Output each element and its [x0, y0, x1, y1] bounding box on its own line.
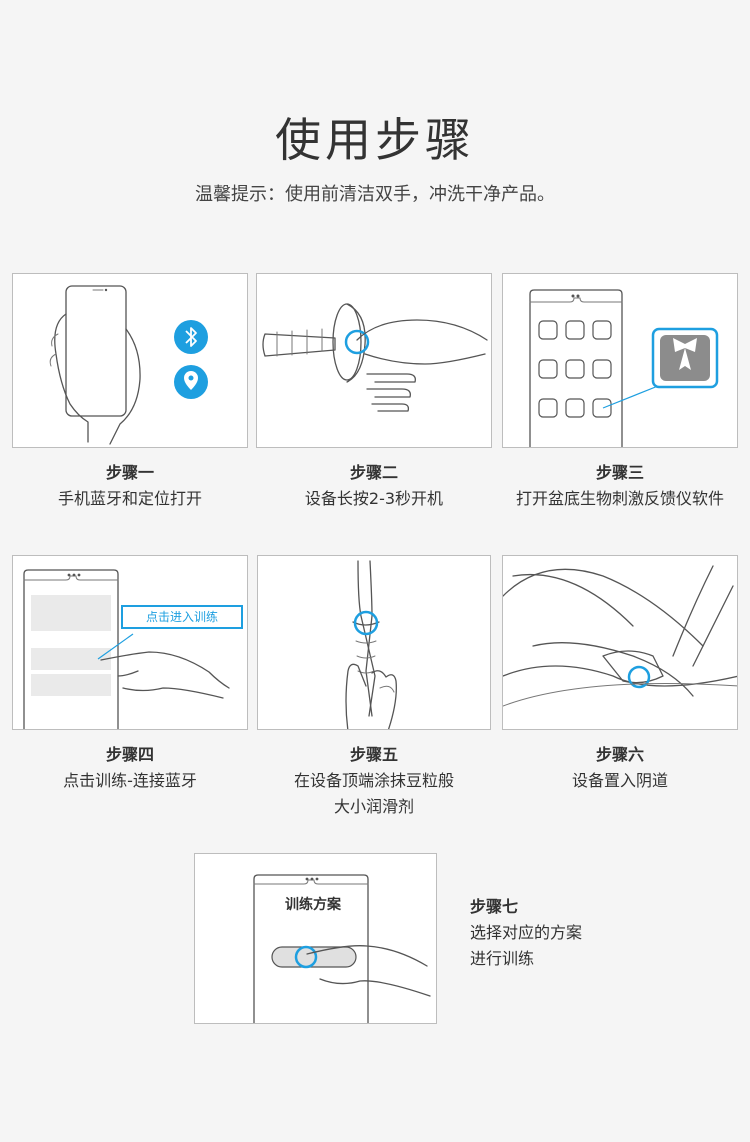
- step-3-heading: 步骤三: [595, 463, 644, 482]
- page-title: 使用步骤: [275, 113, 475, 167]
- step-7-illustration: 训练方案: [194, 853, 437, 1024]
- step-7-heading: 步骤七: [470, 897, 519, 916]
- step-6-illustration: [502, 555, 738, 730]
- step-1-heading: 步骤一: [105, 463, 154, 482]
- step-7-text-line-1: 选择对应的方案: [470, 923, 583, 942]
- step-3-text: 打开盆底生物刺激反馈仪软件: [515, 489, 724, 508]
- step-1-caption: 步骤一 手机蓝牙和定位打开: [12, 460, 248, 512]
- step-2-text: 设备长按2-3秒开机: [304, 489, 444, 508]
- step-4-illustration: 点击进入训练: [12, 555, 248, 730]
- step-5-text-line-2: 大小润滑剂: [333, 797, 414, 816]
- step-3-illustration: [502, 273, 738, 448]
- bluetooth-icon: [174, 320, 208, 354]
- step-7-text-line-2: 进行训练: [470, 949, 535, 968]
- step-6-text: 设备置入阴道: [571, 771, 668, 790]
- step-5-text-line-1: 在设备顶端涂抹豆粒般: [293, 771, 454, 790]
- train-callout: 点击进入训练: [121, 605, 243, 629]
- step-3-caption: 步骤三 打开盆底生物刺激反馈仪软件: [502, 460, 738, 512]
- step-5-heading: 步骤五: [349, 745, 398, 764]
- step-5-illustration: [257, 555, 491, 730]
- step-2-illustration: [256, 273, 492, 448]
- step-6-caption: 步骤六 设备置入阴道: [502, 742, 738, 794]
- step-7-caption: 步骤七 选择对应的方案 进行训练: [470, 894, 710, 972]
- step-2-caption: 步骤二 设备长按2-3秒开机: [256, 460, 492, 512]
- training-plan-screen-title: 训练方案: [285, 897, 341, 913]
- step-1-illustration: [12, 273, 248, 448]
- step-4-text: 点击训练-连接蓝牙: [63, 771, 197, 790]
- step-2-heading: 步骤二: [349, 463, 398, 482]
- location-icon: [174, 365, 208, 399]
- page-subtitle: 温馨提示：使用前清洁双手，冲洗干净产品。: [195, 184, 555, 205]
- step-4-heading: 步骤四: [105, 745, 154, 764]
- step-6-heading: 步骤六: [595, 745, 644, 764]
- step-4-caption: 步骤四 点击训练-连接蓝牙: [12, 742, 248, 794]
- step-5-caption: 步骤五 在设备顶端涂抹豆粒般 大小润滑剂: [257, 742, 491, 820]
- step-1-text: 手机蓝牙和定位打开: [57, 489, 202, 508]
